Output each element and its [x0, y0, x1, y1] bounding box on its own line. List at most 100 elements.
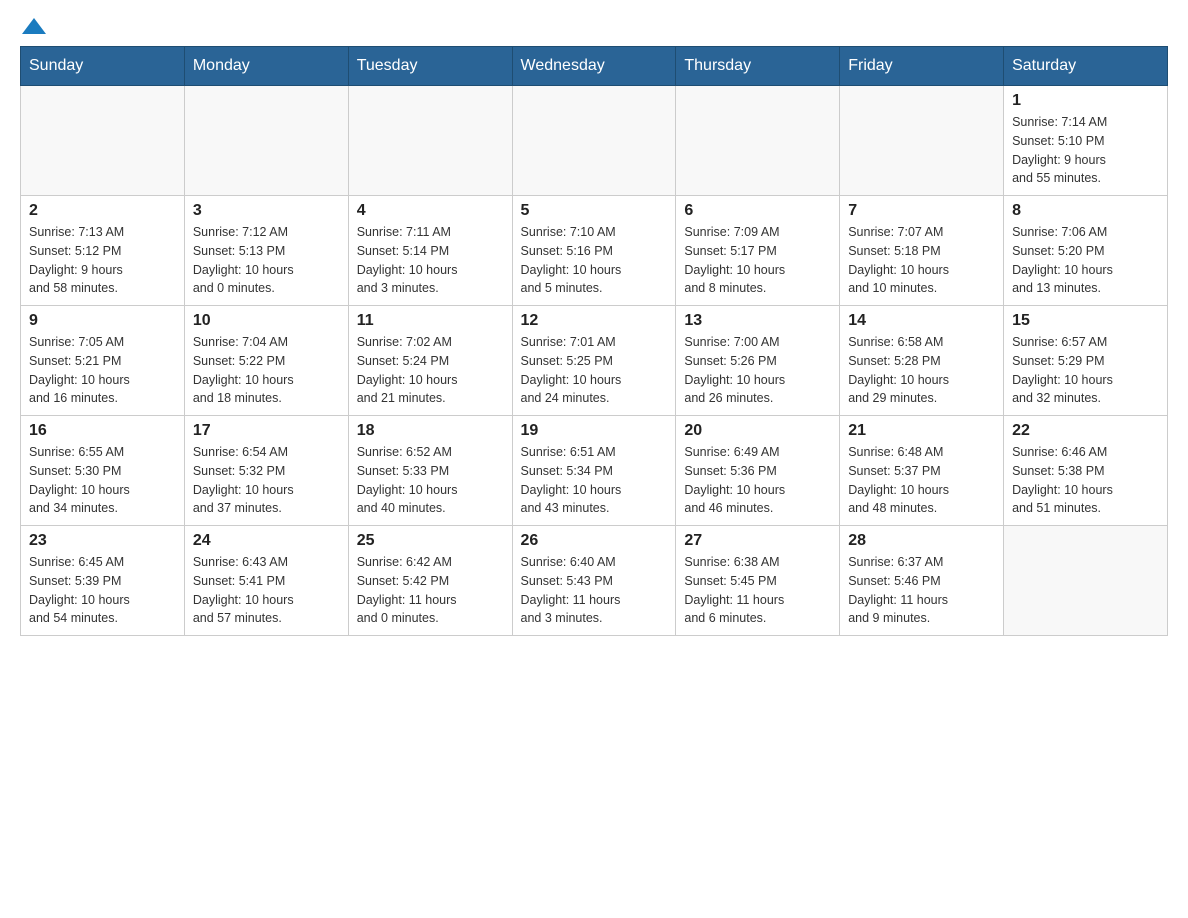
day-number: 19	[521, 422, 668, 440]
day-info: Sunrise: 6:55 AM Sunset: 5:30 PM Dayligh…	[29, 443, 176, 518]
day-number: 22	[1012, 422, 1159, 440]
calendar-day-cell: 7 Sunrise: 7:07 AM Sunset: 5:18 PM Daylig…	[840, 196, 1004, 306]
calendar-day-cell: 5Sunrise: 7:10 AM Sunset: 5:16 PM Daylig…	[512, 196, 676, 306]
day-number: 25	[357, 532, 504, 550]
calendar-header-row: SundayMondayTuesdayWednesdayThursdayFrid…	[21, 47, 1168, 86]
day-number: 26	[521, 532, 668, 550]
day-number: 23	[29, 532, 176, 550]
day-number: 12	[521, 312, 668, 330]
calendar-week-row: 16 Sunrise: 6:55 AM Sunset: 5:30 PM Dayli…	[21, 416, 1168, 526]
calendar-week-row: 2 Sunrise: 7:13 AM Sunset: 5:12 PM Daylig…	[21, 196, 1168, 306]
day-info: Sunrise: 6:37 AM Sunset: 5:46 PM Dayligh…	[848, 553, 995, 628]
day-info: Sunrise: 7:01 AM Sunset: 5:25 PM Dayligh…	[521, 333, 668, 408]
calendar-day-cell: 24 Sunrise: 6:43 AM Sunset: 5:41 PM Dayli…	[184, 526, 348, 636]
day-number: 10	[193, 312, 340, 330]
day-info: Sunrise: 6:42 AM Sunset: 5:42 PM Dayligh…	[357, 553, 504, 628]
calendar-day-cell	[676, 86, 840, 196]
day-number: 11	[357, 312, 504, 330]
calendar-day-cell: 26 Sunrise: 6:40 AM Sunset: 5:43 PM Dayli…	[512, 526, 676, 636]
page-header	[20, 20, 1168, 36]
day-info: Sunrise: 7:14 AM Sunset: 5:10 PM Dayligh…	[1012, 113, 1159, 188]
calendar-day-cell: 2 Sunrise: 7:13 AM Sunset: 5:12 PM Daylig…	[21, 196, 185, 306]
calendar-day-cell: 22 Sunrise: 6:46 AM Sunset: 5:38 PM Dayli…	[1004, 416, 1168, 526]
calendar-day-cell: 11 Sunrise: 7:02 AM Sunset: 5:24 PM Dayli…	[348, 306, 512, 416]
day-number: 5	[521, 202, 668, 220]
day-info: Sunrise: 7:05 AM Sunset: 5:21 PM Dayligh…	[29, 333, 176, 408]
day-number: 27	[684, 532, 831, 550]
day-info: Sunrise: 6:45 AM Sunset: 5:39 PM Dayligh…	[29, 553, 176, 628]
day-number: 21	[848, 422, 995, 440]
day-number: 16	[29, 422, 176, 440]
calendar-day-cell	[512, 86, 676, 196]
day-number: 6	[684, 202, 831, 220]
calendar-day-cell	[1004, 526, 1168, 636]
day-number: 3	[193, 202, 340, 220]
calendar-day-cell: 3 Sunrise: 7:12 AM Sunset: 5:13 PM Daylig…	[184, 196, 348, 306]
calendar-day-cell: 17 Sunrise: 6:54 AM Sunset: 5:32 PM Dayli…	[184, 416, 348, 526]
calendar-day-cell: 27 Sunrise: 6:38 AM Sunset: 5:45 PM Dayli…	[676, 526, 840, 636]
day-info: Sunrise: 7:07 AM Sunset: 5:18 PM Dayligh…	[848, 223, 995, 298]
calendar-day-cell: 28 Sunrise: 6:37 AM Sunset: 5:46 PM Dayli…	[840, 526, 1004, 636]
day-info: Sunrise: 6:38 AM Sunset: 5:45 PM Dayligh…	[684, 553, 831, 628]
day-info: Sunrise: 6:43 AM Sunset: 5:41 PM Dayligh…	[193, 553, 340, 628]
day-number: 13	[684, 312, 831, 330]
calendar-day-cell: 25 Sunrise: 6:42 AM Sunset: 5:42 PM Dayli…	[348, 526, 512, 636]
calendar-day-cell: 8 Sunrise: 7:06 AM Sunset: 5:20 PM Daylig…	[1004, 196, 1168, 306]
day-info: Sunrise: 6:58 AM Sunset: 5:28 PM Dayligh…	[848, 333, 995, 408]
logo-flag-icon	[22, 18, 46, 34]
calendar-week-row: 9 Sunrise: 7:05 AM Sunset: 5:21 PM Daylig…	[21, 306, 1168, 416]
calendar-day-cell: 12 Sunrise: 7:01 AM Sunset: 5:25 PM Dayli…	[512, 306, 676, 416]
calendar-day-cell: 19 Sunrise: 6:51 AM Sunset: 5:34 PM Dayli…	[512, 416, 676, 526]
day-info: Sunrise: 7:12 AM Sunset: 5:13 PM Dayligh…	[193, 223, 340, 298]
day-number: 14	[848, 312, 995, 330]
day-info: Sunrise: 7:02 AM Sunset: 5:24 PM Dayligh…	[357, 333, 504, 408]
day-number: 1	[1012, 92, 1159, 110]
calendar-day-cell: 23 Sunrise: 6:45 AM Sunset: 5:39 PM Dayli…	[21, 526, 185, 636]
calendar-day-cell: 4 Sunrise: 7:11 AM Sunset: 5:14 PM Daylig…	[348, 196, 512, 306]
calendar-day-cell: 1 Sunrise: 7:14 AM Sunset: 5:10 PM Daylig…	[1004, 86, 1168, 196]
day-info: Sunrise: 6:57 AM Sunset: 5:29 PM Dayligh…	[1012, 333, 1159, 408]
weekday-header: Saturday	[1004, 47, 1168, 86]
day-info: Sunrise: 7:11 AM Sunset: 5:14 PM Dayligh…	[357, 223, 504, 298]
weekday-header: Tuesday	[348, 47, 512, 86]
day-info: Sunrise: 6:54 AM Sunset: 5:32 PM Dayligh…	[193, 443, 340, 518]
weekday-header: Wednesday	[512, 47, 676, 86]
day-info: Sunrise: 7:06 AM Sunset: 5:20 PM Dayligh…	[1012, 223, 1159, 298]
day-info: Sunrise: 6:49 AM Sunset: 5:36 PM Dayligh…	[684, 443, 831, 518]
day-number: 7	[848, 202, 995, 220]
calendar-day-cell: 13 Sunrise: 7:00 AM Sunset: 5:26 PM Dayli…	[676, 306, 840, 416]
day-number: 4	[357, 202, 504, 220]
day-info: Sunrise: 6:46 AM Sunset: 5:38 PM Dayligh…	[1012, 443, 1159, 518]
weekday-header: Friday	[840, 47, 1004, 86]
day-info: Sunrise: 6:52 AM Sunset: 5:33 PM Dayligh…	[357, 443, 504, 518]
day-number: 8	[1012, 202, 1159, 220]
day-number: 15	[1012, 312, 1159, 330]
day-info: Sunrise: 7:09 AM Sunset: 5:17 PM Dayligh…	[684, 223, 831, 298]
weekday-header: Sunday	[21, 47, 185, 86]
calendar-week-row: 23 Sunrise: 6:45 AM Sunset: 5:39 PM Dayli…	[21, 526, 1168, 636]
day-number: 20	[684, 422, 831, 440]
calendar-day-cell: 10 Sunrise: 7:04 AM Sunset: 5:22 PM Dayli…	[184, 306, 348, 416]
day-number: 2	[29, 202, 176, 220]
day-info: Sunrise: 6:40 AM Sunset: 5:43 PM Dayligh…	[521, 553, 668, 628]
calendar-day-cell: 9 Sunrise: 7:05 AM Sunset: 5:21 PM Daylig…	[21, 306, 185, 416]
weekday-header: Thursday	[676, 47, 840, 86]
calendar-day-cell	[21, 86, 185, 196]
day-number: 17	[193, 422, 340, 440]
day-info: Sunrise: 6:51 AM Sunset: 5:34 PM Dayligh…	[521, 443, 668, 518]
day-info: Sunrise: 7:00 AM Sunset: 5:26 PM Dayligh…	[684, 333, 831, 408]
calendar-day-cell: 14 Sunrise: 6:58 AM Sunset: 5:28 PM Dayli…	[840, 306, 1004, 416]
calendar-day-cell: 20 Sunrise: 6:49 AM Sunset: 5:36 PM Dayli…	[676, 416, 840, 526]
calendar-day-cell: 21Sunrise: 6:48 AM Sunset: 5:37 PM Dayli…	[840, 416, 1004, 526]
day-number: 28	[848, 532, 995, 550]
logo	[20, 20, 46, 36]
weekday-header: Monday	[184, 47, 348, 86]
day-info: Sunrise: 7:13 AM Sunset: 5:12 PM Dayligh…	[29, 223, 176, 298]
calendar-day-cell	[348, 86, 512, 196]
calendar-day-cell: 6 Sunrise: 7:09 AM Sunset: 5:17 PM Daylig…	[676, 196, 840, 306]
calendar-day-cell: 16 Sunrise: 6:55 AM Sunset: 5:30 PM Dayli…	[21, 416, 185, 526]
day-number: 24	[193, 532, 340, 550]
calendar-day-cell: 18Sunrise: 6:52 AM Sunset: 5:33 PM Dayli…	[348, 416, 512, 526]
day-info: Sunrise: 7:04 AM Sunset: 5:22 PM Dayligh…	[193, 333, 340, 408]
day-number: 9	[29, 312, 176, 330]
